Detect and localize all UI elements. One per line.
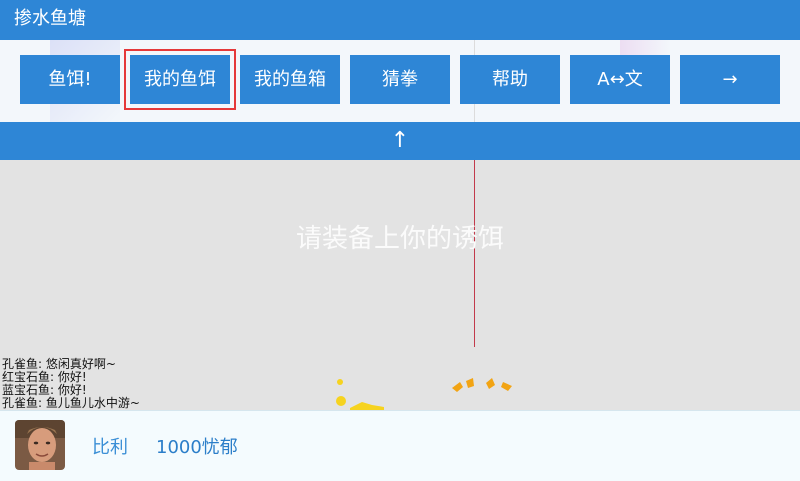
orange-fish-school xyxy=(452,378,512,392)
player-avatar-icon xyxy=(15,420,65,470)
chat-message: 孔雀鱼: 鱼儿鱼儿水中游~ xyxy=(2,396,140,410)
equip-bait-prompt: 请装备上你的诱饵 xyxy=(295,224,504,254)
app-title: 掺水鱼塘 xyxy=(14,8,86,29)
scroll-up-button[interactable]: ↑ xyxy=(0,122,800,160)
my-bait-button[interactable]: 我的鱼饵 xyxy=(124,49,236,110)
mood-value: 1000忧郁 xyxy=(156,437,238,458)
language-toggle-button[interactable]: A↔文 xyxy=(570,55,670,104)
player-status-bar: 比利 1000忧郁 xyxy=(0,410,800,481)
chat-log: 孔雀鱼: 悠闲真好啊~ 红宝石鱼: 你好! 蓝宝石鱼: 你好! 孔雀鱼: 鱼儿鱼… xyxy=(2,358,202,410)
title-bar: 掺水鱼塘 xyxy=(0,0,800,40)
rock-paper-scissors-button[interactable]: 猜拳 xyxy=(350,55,450,104)
my-fish-box-button[interactable]: 我的鱼箱 xyxy=(240,55,340,104)
avatar[interactable] xyxy=(15,420,65,470)
player-name: 比利 xyxy=(92,437,128,458)
next-arrow-button[interactable]: → xyxy=(680,55,780,104)
pond-area[interactable]: 请装备上你的诱饵 孔雀鱼: 悠闲真好啊~ 红宝石鱼: 你好! 蓝宝石鱼: 你好!… xyxy=(0,160,800,410)
help-button[interactable]: 帮助 xyxy=(460,55,560,104)
yellow-fish xyxy=(336,379,384,410)
bait-button[interactable]: 鱼饵! xyxy=(20,55,120,104)
